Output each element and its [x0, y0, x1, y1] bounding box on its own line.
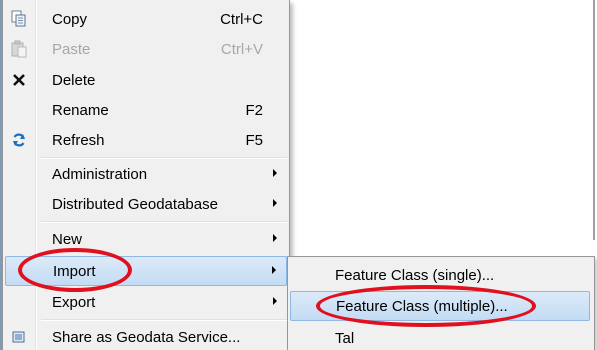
- submenu-item-label: Tal: [335, 330, 355, 347]
- menu-item-share-as-geodata-service[interactable]: Share as Geodata Service...: [5, 323, 287, 350]
- menu-item-administration[interactable]: Administration: [5, 160, 287, 188]
- menu-item-shortcut: Ctrl+V: [220, 41, 263, 58]
- share-icon: [9, 328, 29, 346]
- menu-item-delete[interactable]: Delete: [5, 66, 287, 94]
- menu-item-label: Import: [53, 263, 96, 280]
- submenu-item-label: Feature Class (single)...: [335, 267, 495, 284]
- screenshot: Copy Ctrl+C Paste Ctrl+V Delete Rename F…: [0, 0, 597, 350]
- menu-item-label: Delete: [52, 72, 96, 89]
- menu-item-label: Export: [52, 294, 96, 311]
- submenu-arrow-icon: [273, 297, 277, 305]
- menu-item-paste[interactable]: Paste Ctrl+V: [5, 35, 287, 63]
- menu-separator: [41, 221, 287, 223]
- menu-separator: [41, 319, 287, 321]
- submenu-arrow-icon: [273, 199, 277, 207]
- menu-item-export[interactable]: Export: [5, 288, 287, 316]
- menu-item-label: New: [52, 231, 83, 248]
- submenu-item-tal[interactable]: Tal: [290, 323, 590, 350]
- menu-item-label: Copy: [52, 11, 88, 28]
- paste-icon: [9, 40, 29, 58]
- copy-icon: [9, 10, 29, 28]
- menu-item-copy[interactable]: Copy Ctrl+C: [5, 5, 287, 33]
- menu-item-label: Administration: [52, 166, 148, 183]
- menu-item-label: Rename: [52, 102, 109, 119]
- delete-icon: [9, 71, 29, 89]
- menu-item-refresh[interactable]: Refresh F5: [5, 126, 287, 154]
- menu-item-label: Paste: [52, 41, 91, 58]
- submenu-item-feature-class-single[interactable]: Feature Class (single)...: [290, 260, 590, 290]
- submenu-arrow-icon: [273, 169, 277, 177]
- menu-item-label: Refresh: [52, 132, 105, 149]
- menu-item-shortcut: F2: [245, 102, 263, 119]
- submenu-arrow-icon: [273, 234, 277, 242]
- menu-item-distributed-geodatabase[interactable]: Distributed Geodatabase: [5, 190, 287, 218]
- menu-item-label: Share as Geodata Service...: [52, 329, 241, 346]
- submenu-item-label: Feature Class (multiple)...: [336, 298, 508, 315]
- menu-item-shortcut: F5: [245, 132, 263, 149]
- menu-item-shortcut: Ctrl+C: [220, 11, 263, 28]
- menu-separator: [41, 157, 287, 159]
- submenu-arrow-icon: [272, 266, 276, 274]
- menu-item-rename[interactable]: Rename F2: [5, 96, 287, 124]
- import-submenu: Feature Class (single)... Feature Class …: [287, 256, 595, 350]
- menu-item-label: Distributed Geodatabase: [52, 196, 218, 213]
- submenu-item-feature-class-multiple[interactable]: Feature Class (multiple)...: [290, 291, 590, 321]
- window-edge-right: [593, 0, 595, 240]
- menu-item-new[interactable]: New: [5, 225, 287, 253]
- context-menu: Copy Ctrl+C Paste Ctrl+V Delete Rename F…: [2, 0, 290, 350]
- refresh-icon: [9, 131, 29, 149]
- menu-item-import[interactable]: Import: [5, 256, 287, 286]
